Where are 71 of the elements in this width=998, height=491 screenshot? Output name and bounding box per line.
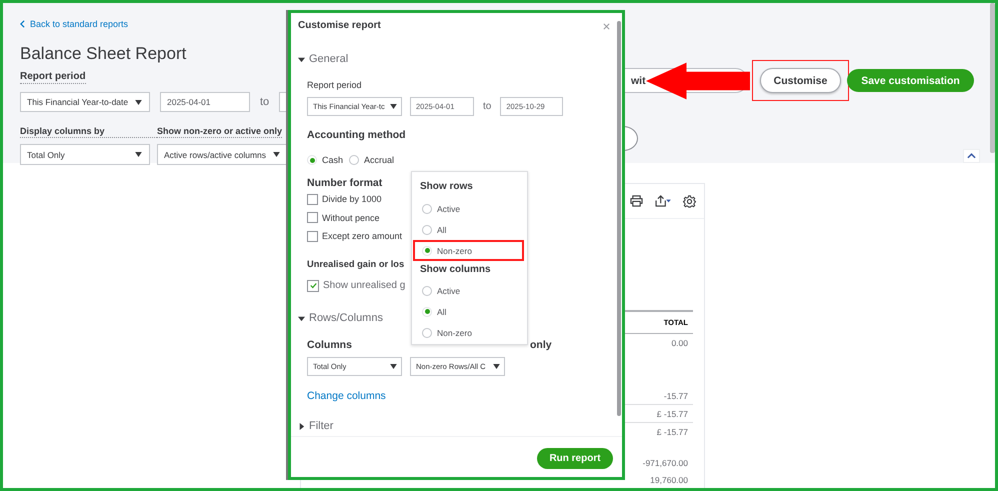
- scroll-bar[interactable]: [617, 21, 621, 416]
- dropdown[interactable]: Active rows/active columns: [157, 144, 288, 165]
- section-label: Accounting method: [307, 128, 406, 142]
- section-label: Unrealised gain or los: [307, 258, 404, 270]
- caret-icon: [135, 152, 142, 157]
- export-icon[interactable]: [655, 195, 671, 207]
- section-toggle[interactable]: Rows/Columns: [298, 311, 383, 325]
- print-icon[interactable]: [630, 195, 643, 207]
- checkbox[interactable]: [307, 280, 319, 292]
- amount-cell: £ -15.77: [656, 426, 688, 436]
- chevron-up-icon: [967, 153, 976, 160]
- section-label: Columns: [307, 338, 353, 352]
- back-link[interactable]: Back to standard reports: [20, 17, 128, 31]
- check-icon: [308, 281, 318, 290]
- field-label: Display columns by: [20, 125, 157, 138]
- field-label: Show non-zero or active only: [157, 125, 282, 138]
- amount-cell: 19,760.00: [650, 474, 688, 484]
- scroll-bar[interactable]: [990, 3, 995, 153]
- menu-option[interactable]: All: [413, 219, 524, 240]
- radio-button[interactable]: [349, 155, 360, 165]
- amount-cell: 0.00: [671, 338, 688, 348]
- checkbox-label: Show unrealised g: [323, 280, 406, 292]
- option-label: Cash: [322, 155, 344, 165]
- field-label: Report period: [20, 71, 86, 84]
- menu-heading: Show columns: [419, 263, 492, 277]
- menu-option[interactable]: Non-zero: [413, 240, 524, 261]
- dropdown[interactable]: This Financial Year-to-date: [20, 92, 150, 112]
- radio-button[interactable]: [307, 155, 317, 165]
- change-columns-link[interactable]: Change columns: [307, 389, 386, 403]
- checkbox[interactable]: [307, 230, 318, 242]
- radio-button[interactable]: [422, 224, 432, 234]
- collapse-button[interactable]: [963, 149, 980, 163]
- close-icon[interactable]: [603, 23, 610, 30]
- menu-option[interactable]: All: [413, 301, 524, 322]
- date-field[interactable]: 2025-04-01: [160, 92, 250, 112]
- option-label: Accrual: [364, 155, 394, 165]
- to-label: to: [260, 96, 270, 108]
- caret-icon: [135, 100, 142, 104]
- radio-button[interactable]: [422, 286, 432, 296]
- menu-heading: Show rows: [419, 180, 474, 194]
- radio-button[interactable]: [422, 246, 432, 256]
- radio-button[interactable]: [422, 204, 432, 214]
- radio-button[interactable]: [422, 306, 432, 316]
- chevron-left-icon: [20, 20, 25, 28]
- section-toggle[interactable]: General: [298, 52, 348, 66]
- customise-button[interactable]: Customise: [760, 68, 841, 93]
- section-label: only: [530, 338, 552, 352]
- caret-icon: [390, 104, 397, 109]
- menu-option[interactable]: Active: [413, 198, 524, 219]
- menu-option[interactable]: Active: [413, 280, 524, 301]
- checkbox-label: Without pence: [322, 212, 380, 223]
- checkbox[interactable]: [307, 194, 318, 205]
- dropdown[interactable]: Total Only: [20, 144, 150, 165]
- field-label: Report period: [307, 79, 363, 91]
- checkbox-label: Divide by 1000: [322, 194, 382, 204]
- radio-button[interactable]: [422, 328, 432, 338]
- caret-icon: [273, 152, 280, 157]
- page-title: Balance Sheet Report: [20, 43, 188, 65]
- caret-icon: [493, 364, 500, 369]
- amount-cell: -971,670.00: [642, 458, 688, 468]
- menu-option[interactable]: Non-zero: [413, 322, 524, 343]
- amount-cell: £ -15.77: [656, 408, 688, 418]
- amount-cell: -15.77: [664, 390, 688, 400]
- settings-icon[interactable]: [683, 194, 696, 208]
- checkbox-label: Except zero amount: [322, 231, 402, 242]
- dialog-title: Customise report: [298, 19, 381, 32]
- section-toggle[interactable]: Filter: [298, 419, 334, 433]
- checkbox[interactable]: [307, 212, 318, 224]
- section-label: Number format: [307, 176, 382, 190]
- to-label: to: [483, 101, 492, 112]
- caret-icon: [390, 364, 397, 369]
